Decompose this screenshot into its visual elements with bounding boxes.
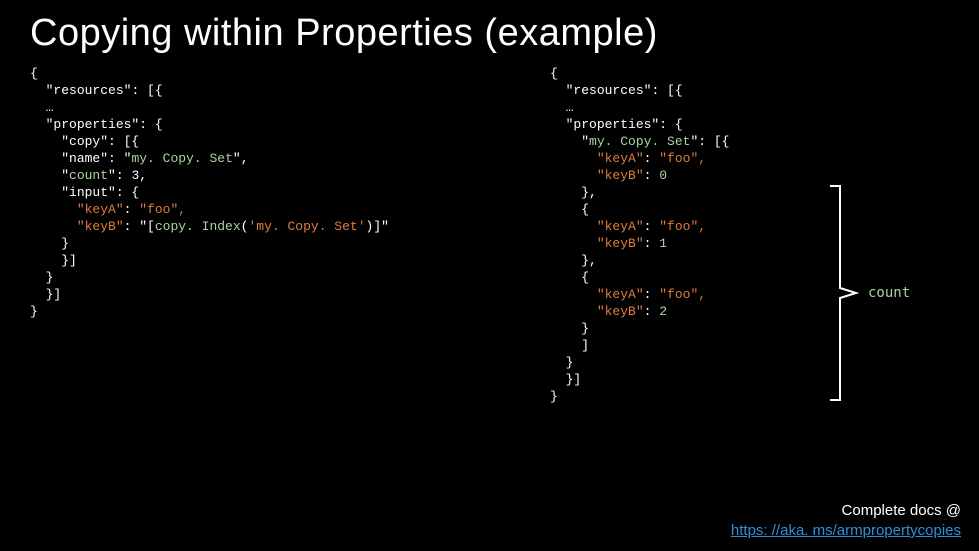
code-text: :: [124, 202, 140, 217]
code-text: :: [108, 151, 124, 166]
code-number: 2: [659, 304, 667, 319]
code-key: "keyA": [597, 287, 644, 302]
code-text: }]: [30, 287, 61, 302]
code-text: : {: [659, 117, 682, 132]
code-text: :: [116, 168, 132, 183]
code-string: "foo": [659, 219, 698, 234]
code-text: {: [30, 66, 38, 81]
code-text: [550, 168, 597, 183]
code-text: :: [644, 304, 660, 319]
code-text: [30, 185, 61, 200]
code-text: : [{: [108, 134, 139, 149]
code-key: "properties": [46, 117, 140, 132]
code-key: "resources": [566, 83, 652, 98]
code-text: …: [550, 100, 573, 115]
code-text: }: [30, 236, 69, 251]
code-key: "keyA": [77, 202, 124, 217]
code-text: : [{: [698, 134, 729, 149]
code-text: ,: [698, 219, 706, 234]
code-text: [30, 83, 46, 98]
code-text: [30, 168, 61, 183]
code-text: :: [644, 287, 660, 302]
code-text: ": [61, 168, 69, 183]
code-text: )]": [366, 219, 389, 234]
code-key: "keyA": [597, 151, 644, 166]
code-text: [30, 134, 61, 149]
annotation-count: count: [868, 285, 910, 301]
code-number: 1: [659, 236, 667, 251]
code-key: "name": [61, 151, 108, 166]
code-text: ,: [139, 168, 147, 183]
code-text: {: [550, 202, 589, 217]
code-text: ,: [241, 151, 249, 166]
code-key: "keyB": [597, 168, 644, 183]
code-text: ": [581, 134, 589, 149]
code-text: [30, 202, 77, 217]
code-text: [550, 134, 581, 149]
code-text: {: [550, 270, 589, 285]
code-text: ,: [698, 287, 706, 302]
page-title: Copying within Properties (example): [0, 0, 979, 55]
code-left-column: { "resources": [{ … "properties": { "cop…: [30, 65, 550, 405]
code-key: "input": [61, 185, 116, 200]
code-text: },: [550, 253, 597, 268]
code-text: }: [550, 355, 573, 370]
code-identifier: my. Copy. Set: [131, 151, 232, 166]
code-text: :: [644, 236, 660, 251]
code-text: [30, 151, 61, 166]
code-text: }: [30, 270, 53, 285]
code-text: [30, 219, 77, 234]
bracket-icon: [828, 184, 868, 402]
code-text: [550, 304, 597, 319]
code-string: 'my. Copy. Set': [248, 219, 365, 234]
code-text: : {: [139, 117, 162, 132]
code-key: "properties": [566, 117, 660, 132]
code-keyword-count: count: [69, 168, 108, 183]
code-text: }]: [30, 253, 77, 268]
code-text: ]: [550, 338, 589, 353]
code-text: {: [550, 66, 558, 81]
code-text: [550, 219, 597, 234]
code-text: : {: [116, 185, 139, 200]
code-key: "keyB": [597, 236, 644, 251]
code-key: "keyB": [597, 304, 644, 319]
code-text: "[: [139, 219, 155, 234]
code-text: }]: [550, 372, 581, 387]
code-text: : [{: [131, 83, 162, 98]
code-right-column: { "resources": [{ … "properties": { "my.…: [550, 65, 820, 405]
code-key: "resources": [46, 83, 132, 98]
code-text: : [{: [651, 83, 682, 98]
footer-link[interactable]: https: //aka. ms/armpropertycopies: [731, 522, 961, 539]
code-function: copy. Index: [155, 219, 241, 234]
code-identifier: my. Copy. Set: [589, 134, 690, 149]
code-text: ,: [698, 151, 706, 166]
code-text: ": [233, 151, 241, 166]
code-string: "foo": [139, 202, 178, 217]
code-text: [550, 117, 566, 132]
code-key: "copy": [61, 134, 108, 149]
code-text: :: [644, 168, 660, 183]
code-text: },: [550, 185, 597, 200]
code-key: "keyB": [77, 219, 124, 234]
code-text: [550, 151, 597, 166]
code-key: "keyA": [597, 219, 644, 234]
footer-text: Complete docs @: [731, 501, 961, 521]
code-text: :: [644, 151, 660, 166]
code-string: "foo": [659, 151, 698, 166]
code-number: 0: [659, 168, 667, 183]
code-text: [550, 236, 597, 251]
code-string: "foo": [659, 287, 698, 302]
code-text: }: [30, 304, 38, 319]
code-text: ,: [178, 202, 186, 217]
code-text: }: [550, 389, 558, 404]
code-text: [550, 83, 566, 98]
code-text: :: [644, 219, 660, 234]
code-text: ": [108, 168, 116, 183]
footer: Complete docs @ https: //aka. ms/armprop…: [731, 501, 961, 541]
code-text: [550, 287, 597, 302]
code-text: …: [30, 100, 53, 115]
code-text: [30, 117, 46, 132]
code-text: :: [124, 219, 140, 234]
code-text: }: [550, 321, 589, 336]
